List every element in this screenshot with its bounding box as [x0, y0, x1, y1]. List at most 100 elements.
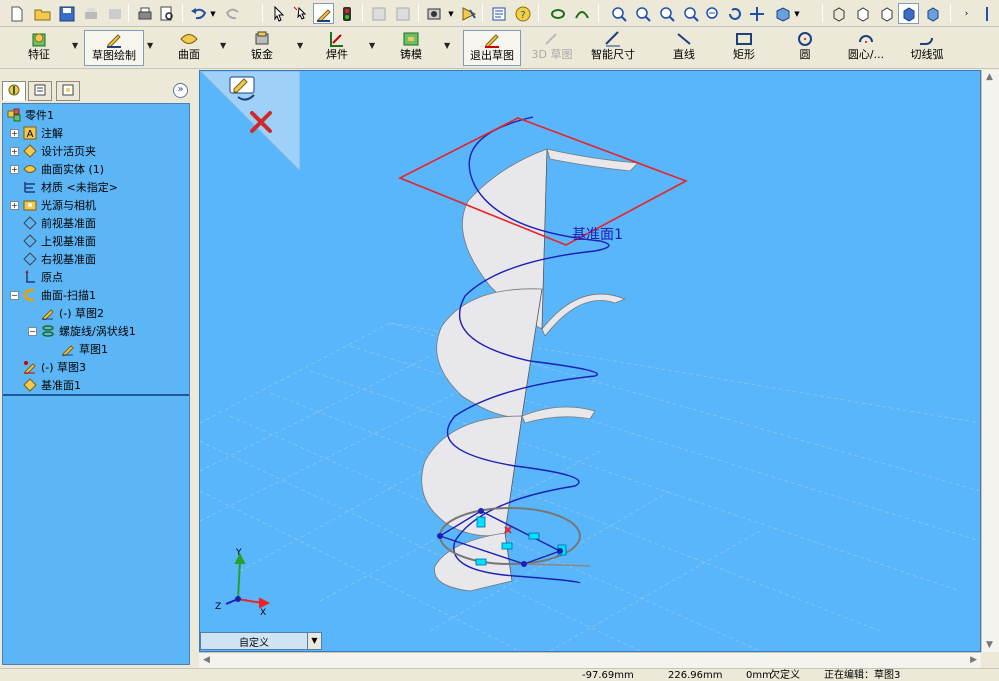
graphics-area[interactable]: 基准面1 Y X Z 自定义 ▼ — [199, 70, 981, 652]
mold-button[interactable]: 铸模 — [392, 30, 430, 66]
scroll-left-icon[interactable]: ◀ — [203, 655, 210, 665]
surface-button[interactable]: 曲面 — [170, 30, 208, 66]
pan-icon[interactable] — [746, 3, 767, 24]
shaded-icon[interactable] — [898, 3, 919, 24]
surface-dropdown-icon[interactable]: ▼ — [220, 41, 226, 50]
circle-icon — [795, 30, 815, 48]
smart-select-icon[interactable] — [290, 3, 311, 24]
undo-icon[interactable] — [188, 3, 209, 24]
redo-icon — [222, 3, 243, 24]
tree-item-sketch2[interactable]: (-) 草图2 — [40, 304, 104, 322]
rectangle-button[interactable]: 矩形 — [724, 30, 764, 66]
edit-sketch-icon[interactable] — [313, 3, 334, 24]
help-icon[interactable]: ? — [512, 3, 533, 24]
undo-dropdown-icon[interactable]: ▼ — [208, 3, 218, 24]
part-icon — [6, 107, 22, 123]
rotate-icon[interactable] — [724, 3, 745, 24]
tree-item-plane1[interactable]: 基准面1 — [22, 376, 81, 394]
zoom-area-icon[interactable] — [632, 3, 653, 24]
features-button[interactable]: 特征 — [20, 30, 58, 66]
view-toolbar-icon[interactable] — [976, 3, 997, 24]
weldment-icon — [327, 30, 347, 48]
open-icon[interactable] — [32, 3, 53, 24]
shaded-edges-icon[interactable] — [876, 3, 897, 24]
expand-icon[interactable]: + — [10, 128, 19, 138]
tree-item-material[interactable]: 材质 <未指定> — [22, 178, 118, 196]
zoom-in-icon[interactable] — [680, 3, 701, 24]
expand-icon[interactable]: + — [10, 146, 19, 156]
center-arc-button[interactable]: 圆心/... — [838, 30, 894, 66]
new-icon[interactable] — [6, 3, 27, 24]
printer-icon[interactable] — [134, 3, 155, 24]
status-editing: 正在编辑：草图3 — [824, 670, 901, 681]
line-button[interactable]: 直线 — [664, 30, 704, 66]
grid2-icon — [392, 3, 413, 24]
tree-item-label: 草图1 — [79, 343, 108, 356]
chevron-down-icon[interactable]: ▼ — [307, 633, 321, 649]
scroll-down-icon[interactable]: ▼ — [986, 640, 993, 650]
sketch-feature-icon[interactable] — [572, 3, 593, 24]
features-dropdown-icon[interactable]: ▼ — [72, 41, 78, 50]
save-icon[interactable] — [56, 3, 77, 24]
tree-item-annotations[interactable]: + A 注解 — [10, 124, 63, 142]
annotations-icon: A — [22, 125, 38, 141]
material-icon[interactable] — [458, 3, 479, 24]
view-orientation-dropdown-icon[interactable]: ▼ — [792, 3, 802, 24]
select-icon[interactable] — [268, 3, 289, 24]
sketch-3d-label: 3D 草图 — [531, 48, 573, 61]
scroll-right-icon[interactable]: ▶ — [970, 655, 977, 665]
view-orientation-icon[interactable] — [772, 3, 793, 24]
perspective-icon[interactable] — [922, 3, 943, 24]
view-dropdown-icon[interactable]: ▼ — [446, 3, 456, 24]
collapse-icon[interactable]: − — [28, 326, 37, 336]
collapse-icon[interactable]: − — [10, 290, 19, 300]
weldment-button[interactable]: 焊件 — [318, 30, 356, 66]
tree-item-sweep-surface[interactable]: − 曲面-扫描1 — [10, 286, 96, 304]
print-preview-icon[interactable] — [156, 3, 177, 24]
traffic-light-icon[interactable] — [336, 3, 357, 24]
hidden-lines-icon[interactable] — [852, 3, 873, 24]
tab-feature-manager[interactable] — [2, 81, 26, 101]
tree-item-right-plane[interactable]: 右视基准面 — [22, 250, 96, 268]
tree-item-sketch1[interactable]: 草图1 — [60, 340, 108, 358]
exit-sketch-button[interactable]: 退出草图 — [463, 30, 521, 66]
tree-root[interactable]: 零件1 — [6, 106, 54, 124]
sketch-dropdown-icon[interactable]: ▼ — [147, 41, 153, 50]
collapse-panel-button[interactable]: » — [173, 83, 188, 98]
more-icon[interactable]: › — [956, 3, 977, 24]
tab-configuration-manager[interactable] — [56, 81, 80, 101]
sheet-metal-icon — [252, 30, 272, 48]
horizontal-scrollbar[interactable]: ◀ ▶ — [199, 652, 981, 668]
view-orientation-select[interactable]: 自定义 ▼ — [200, 632, 322, 650]
circle-button[interactable]: 圆 — [790, 30, 820, 66]
tree-item-front-plane[interactable]: 前视基准面 — [22, 214, 96, 232]
tab-property-manager[interactable] — [28, 81, 52, 101]
tree-item-lights-cameras[interactable]: + 光源与相机 — [10, 196, 96, 214]
view-icon[interactable] — [424, 3, 445, 24]
sheet-metal-dropdown-icon[interactable]: ▼ — [297, 41, 303, 50]
tree-item-helix[interactable]: − 螺旋线/涡状线1 — [28, 322, 136, 340]
zoom-prev-icon[interactable] — [656, 3, 677, 24]
tree-item-top-plane[interactable]: 上视基准面 — [22, 232, 96, 250]
tangent-arc-button[interactable]: 切线弧 — [906, 30, 948, 66]
sheet-metal-button[interactable]: 钣金 — [243, 30, 281, 66]
tree-item-design-binder[interactable]: + 设计活页夹 — [10, 142, 96, 160]
properties-icon[interactable] — [488, 3, 509, 24]
tree-item-sketch3[interactable]: (-) 草图3 — [22, 358, 86, 376]
zoom-fit-icon[interactable] — [608, 3, 629, 24]
expand-icon[interactable]: + — [10, 200, 19, 210]
surface-label: 曲面 — [178, 48, 200, 61]
smart-dimension-button[interactable]: 智能尺寸 — [586, 30, 640, 66]
tree-item-origin[interactable]: 原点 — [22, 268, 63, 286]
mold-dropdown-icon[interactable]: ▼ — [444, 41, 450, 50]
zoom-out-icon[interactable] — [702, 3, 723, 24]
mold-label: 铸模 — [400, 48, 422, 61]
expand-icon[interactable]: + — [10, 164, 19, 174]
tree-item-surface-bodies[interactable]: + 曲面实体 (1) — [10, 160, 104, 178]
rebuild-icon[interactable] — [548, 3, 569, 24]
sketch-button[interactable]: 草图绘制 — [84, 30, 144, 66]
weldment-dropdown-icon[interactable]: ▼ — [369, 41, 375, 50]
vertical-scrollbar[interactable]: ▲ ▼ — [981, 70, 999, 652]
wireframe-icon[interactable] — [828, 3, 849, 24]
scroll-up-icon[interactable]: ▲ — [986, 72, 993, 82]
